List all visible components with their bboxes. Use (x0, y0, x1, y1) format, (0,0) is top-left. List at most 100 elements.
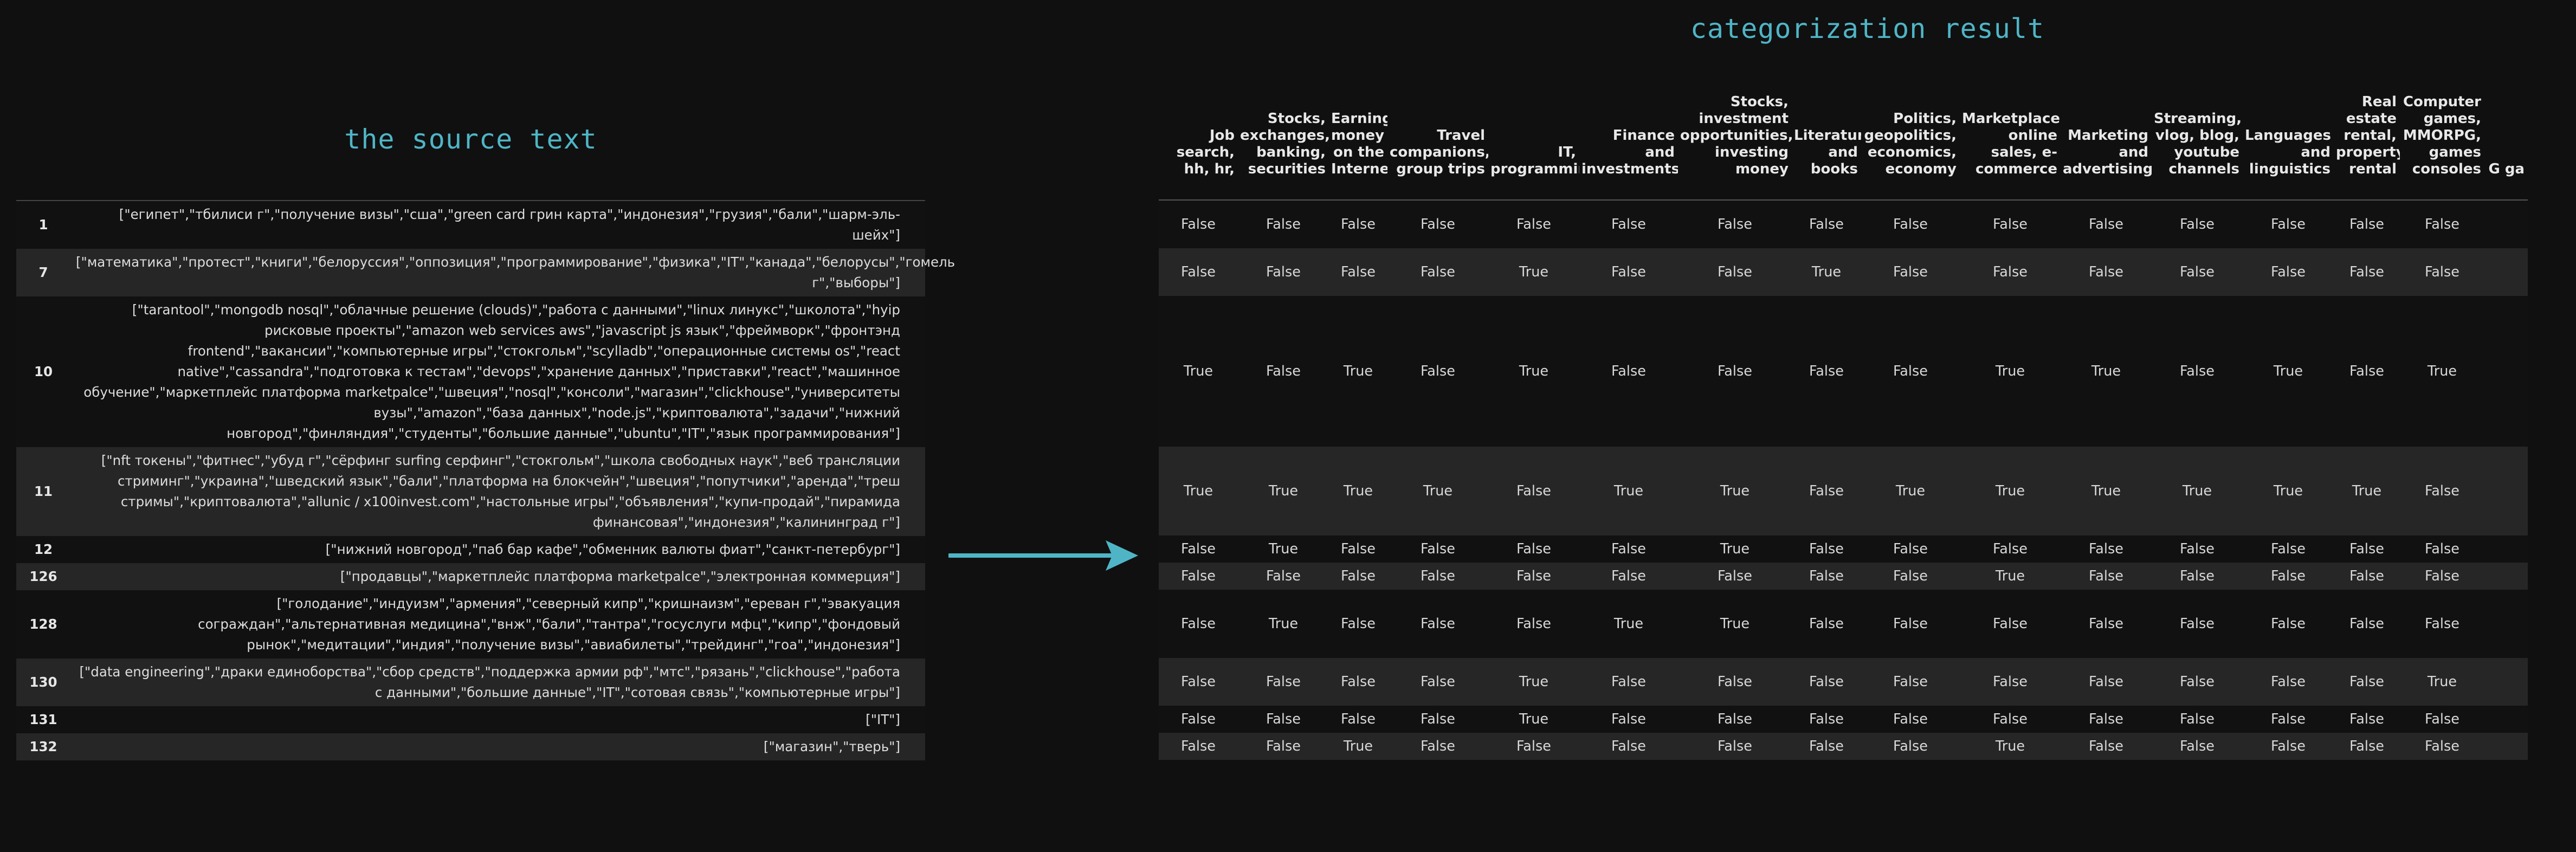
result-cell: False (2152, 296, 2243, 447)
result-cell: False (2152, 706, 2243, 733)
result-cell: False (1238, 733, 1329, 760)
result-cell: False (1678, 563, 1792, 590)
category-header: Languages and linguistics (2243, 89, 2334, 201)
result-cell: True (1960, 447, 2061, 535)
source-text-cell: ["нижний новгород","паб бар кафе","обмен… (70, 536, 925, 563)
row-index: 130 (16, 659, 70, 706)
result-cell: False (1861, 733, 1960, 760)
result-cell: False (2334, 200, 2400, 248)
result-cell: True (1488, 248, 1579, 296)
result-cell: False (1329, 563, 1387, 590)
category-header: Job search, hh, hr, (1159, 89, 1238, 201)
result-cell: False (2334, 563, 2400, 590)
result-cell (2484, 590, 2528, 658)
result-cell: False (1159, 590, 1238, 658)
result-cell: False (2061, 200, 2152, 248)
result-cell: True (2061, 296, 2152, 447)
result-cell: False (1579, 733, 1678, 760)
result-cell: False (1387, 535, 1488, 563)
result-cell: False (1387, 733, 1488, 760)
result-cell: False (1861, 563, 1960, 590)
result-cell: False (1488, 590, 1579, 658)
result-cell: False (2400, 200, 2484, 248)
result-cell: False (1159, 706, 1238, 733)
result-cell: False (1678, 200, 1792, 248)
result-cell: False (1579, 706, 1678, 733)
result-cell: False (2334, 248, 2400, 296)
result-cell: True (1329, 296, 1387, 447)
result-cell: False (2334, 658, 2400, 706)
result-cell: False (2152, 563, 2243, 590)
result-cell: True (1960, 733, 2061, 760)
category-header: Finance and investments (1579, 89, 1678, 201)
result-cell: False (1960, 590, 2061, 658)
result-cell: False (1792, 563, 1861, 590)
result-cell: False (2243, 733, 2334, 760)
source-text-cell: ["математика","протест","книги","белорус… (70, 249, 955, 296)
result-cell: False (1488, 447, 1579, 535)
result-cell: False (1238, 706, 1329, 733)
result-cell: False (1792, 296, 1861, 447)
result-cell: False (1861, 296, 1960, 447)
result-row: True False True False True False False False Fal… (1159, 296, 2528, 447)
result-cell: False (1678, 296, 1792, 447)
result-cell: False (2152, 590, 2243, 658)
result-cell: False (2334, 733, 2400, 760)
result-cell: False (1579, 535, 1678, 563)
result-cell: True (1329, 733, 1387, 760)
result-cell: False (2152, 200, 2243, 248)
result-cell: True (1678, 447, 1792, 535)
result-cell: False (1387, 658, 1488, 706)
source-row: 12 ["нижний новгород","паб бар кафе","обм… (16, 536, 925, 563)
result-cell: False (1159, 535, 1238, 563)
result-cell: False (1861, 706, 1960, 733)
result-cell (2484, 447, 2528, 535)
row-index: 1 (16, 201, 70, 249)
result-cell: False (2152, 248, 2243, 296)
result-cell: False (2400, 563, 2484, 590)
result-cell: False (2243, 590, 2334, 658)
category-header: Streaming, vlog, blog, youtube channels (2152, 89, 2243, 201)
result-cell: False (1861, 535, 1960, 563)
category-header: Earning money on the Internet (1329, 89, 1387, 201)
result-cell: False (2400, 248, 2484, 296)
result-cell: False (2061, 706, 2152, 733)
right-arrow-icon (948, 540, 1138, 571)
result-cell: False (1579, 248, 1678, 296)
result-cell: False (1329, 200, 1387, 248)
result-cell: False (1238, 658, 1329, 706)
result-cell: False (2243, 706, 2334, 733)
result-cell: True (1579, 590, 1678, 658)
result-cell: False (1792, 200, 1861, 248)
source-text-cell: ["data engineering","драки единоборства"… (70, 659, 925, 706)
result-cell: False (1488, 733, 1579, 760)
result-cell (2484, 706, 2528, 733)
result-cell: True (1488, 658, 1579, 706)
result-cell: False (2400, 447, 2484, 535)
result-cell: False (1387, 590, 1488, 658)
result-cell (2484, 296, 2528, 447)
row-index: 131 (16, 706, 70, 733)
source-row: 1 ["египет","тбилиси г","получение визы",… (16, 201, 925, 249)
category-header: Marketplace, online sales, e-commerce (1960, 89, 2061, 201)
result-cell: False (1960, 706, 2061, 733)
result-cell: False (1488, 563, 1579, 590)
source-text-cell: ["египет","тбилиси г","получение визы","… (70, 201, 925, 249)
result-row: False True False False False False True False Fa… (1159, 535, 2528, 563)
result-cell: False (1488, 200, 1579, 248)
result-cell: False (1159, 658, 1238, 706)
result-cell: False (2400, 706, 2484, 733)
result-row: False False False False False False False False… (1159, 200, 2528, 248)
result-cell: False (1861, 248, 1960, 296)
result-cell: False (1960, 200, 2061, 248)
row-index: 7 (16, 249, 70, 296)
result-cell: False (2152, 658, 2243, 706)
source-text-cell: ["продавцы","маркетплейс платформа marke… (70, 563, 925, 590)
result-cell: False (2061, 658, 2152, 706)
result-cell: False (1678, 658, 1792, 706)
result-cell: True (1159, 296, 1238, 447)
category-header: G ga (2484, 89, 2528, 201)
source-row: 126 ["продавцы","маркетплейс платформа ma… (16, 563, 925, 590)
result-cell: True (1960, 296, 2061, 447)
result-cell: False (2061, 535, 2152, 563)
